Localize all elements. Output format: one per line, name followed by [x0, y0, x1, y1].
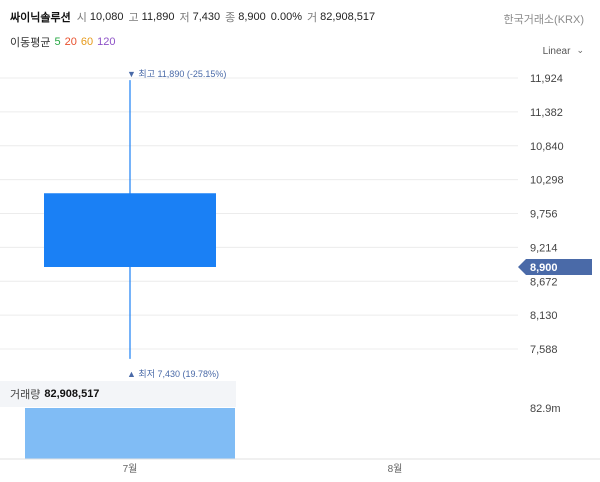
y-tick-label: 9,756: [530, 209, 558, 221]
y-tick-label: 10,298: [530, 175, 564, 187]
volume-panel-label: 거래량: [10, 389, 41, 401]
y-tick-label: 7,588: [530, 344, 558, 356]
y-tick-label: 10,840: [530, 141, 564, 153]
current-price-label: 8,900: [530, 262, 558, 274]
y-tick-label: 11,382: [530, 107, 563, 119]
low-annotation: ▲ 최저 7,430 (19.78%): [127, 369, 219, 379]
volume-axis-label: 82.9m: [530, 403, 561, 415]
y-tick-label: 11,924: [530, 73, 563, 85]
x-tick-label: 7월: [123, 463, 138, 475]
y-tick-label: 9,214: [530, 242, 558, 254]
candle-body[interactable]: [44, 193, 216, 267]
volume-legend: 거래량 82,908,517: [0, 381, 236, 407]
volume-panel-value: 82,908,517: [44, 388, 100, 400]
price-chart[interactable]: 11,924 11,382 10,840 10,298 9,756 9,214 8,672 8…: [0, 0, 600, 482]
volume-bar[interactable]: [25, 408, 235, 459]
y-tick-label: 8,130: [530, 310, 558, 322]
y-tick-label: 8,672: [530, 276, 558, 288]
high-annotation: ▼ 최고 11,890 (-25.15%): [127, 69, 226, 79]
x-tick-label: 8월: [388, 463, 403, 475]
